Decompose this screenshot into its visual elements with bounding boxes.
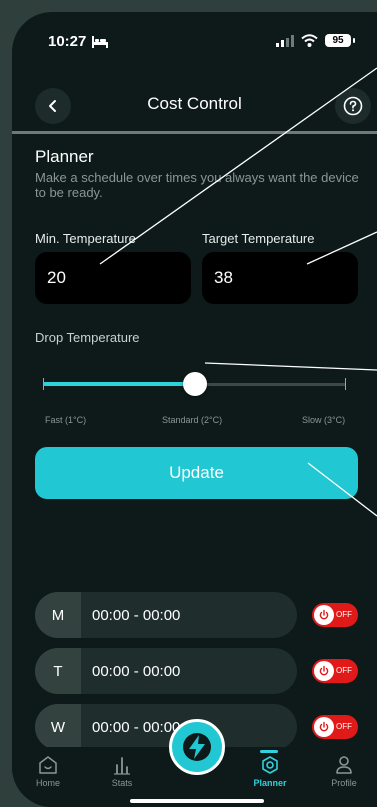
- annotation-lines: [99, 67, 377, 517]
